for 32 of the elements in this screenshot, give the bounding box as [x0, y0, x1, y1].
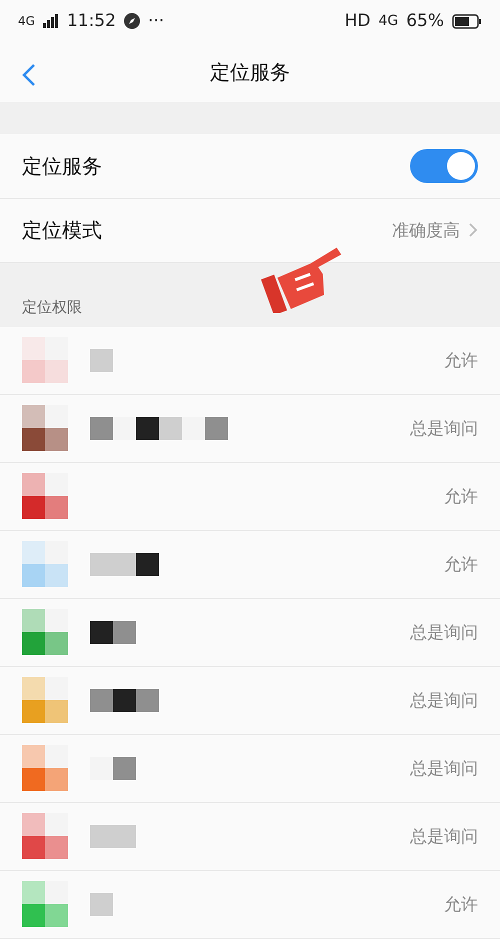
permission-status[interactable]: 总是询问 [410, 416, 478, 440]
setting-value: 准确度高 [392, 220, 460, 242]
pixelated-app-name [90, 552, 159, 576]
chevron-icon [468, 222, 478, 238]
section-title: 定位权限 [22, 298, 82, 317]
battery-percent: 65% [406, 11, 444, 32]
pixelated-app-name [90, 756, 136, 780]
pixelated-app-name [90, 348, 113, 372]
network-type: 4G [18, 14, 35, 28]
permission-status[interactable]: 总是询问 [410, 688, 478, 712]
hd-indicator: HD [344, 11, 370, 32]
permission-status[interactable]: 允许 [444, 348, 478, 372]
permission-status[interactable]: 总是询问 [410, 824, 478, 848]
setting-label: 定位模式 [22, 216, 103, 244]
battery-icon [452, 14, 482, 29]
setting-label: 定位服务 [22, 152, 103, 180]
pixelated-app-name [90, 620, 136, 644]
page-title: 定位服务 [210, 58, 290, 86]
permission-status[interactable]: 允许 [444, 484, 478, 508]
pixelated-app-name [90, 688, 159, 712]
permission-status[interactable]: 允许 [444, 892, 478, 916]
network-type: 4G [378, 13, 398, 30]
permission-status[interactable]: 总是询问 [410, 620, 478, 644]
permission-status[interactable]: 总是询问 [410, 756, 478, 780]
signal-icon [42, 14, 59, 28]
clock-time: 11:52 [66, 11, 116, 32]
more-indicator: ··· [148, 11, 164, 32]
pixelated-app-name [90, 892, 113, 916]
toggle-switch[interactable] [410, 149, 478, 183]
compass-icon [124, 13, 140, 30]
pixelated-app-name [90, 824, 136, 848]
permission-status[interactable]: 允许 [444, 552, 478, 576]
